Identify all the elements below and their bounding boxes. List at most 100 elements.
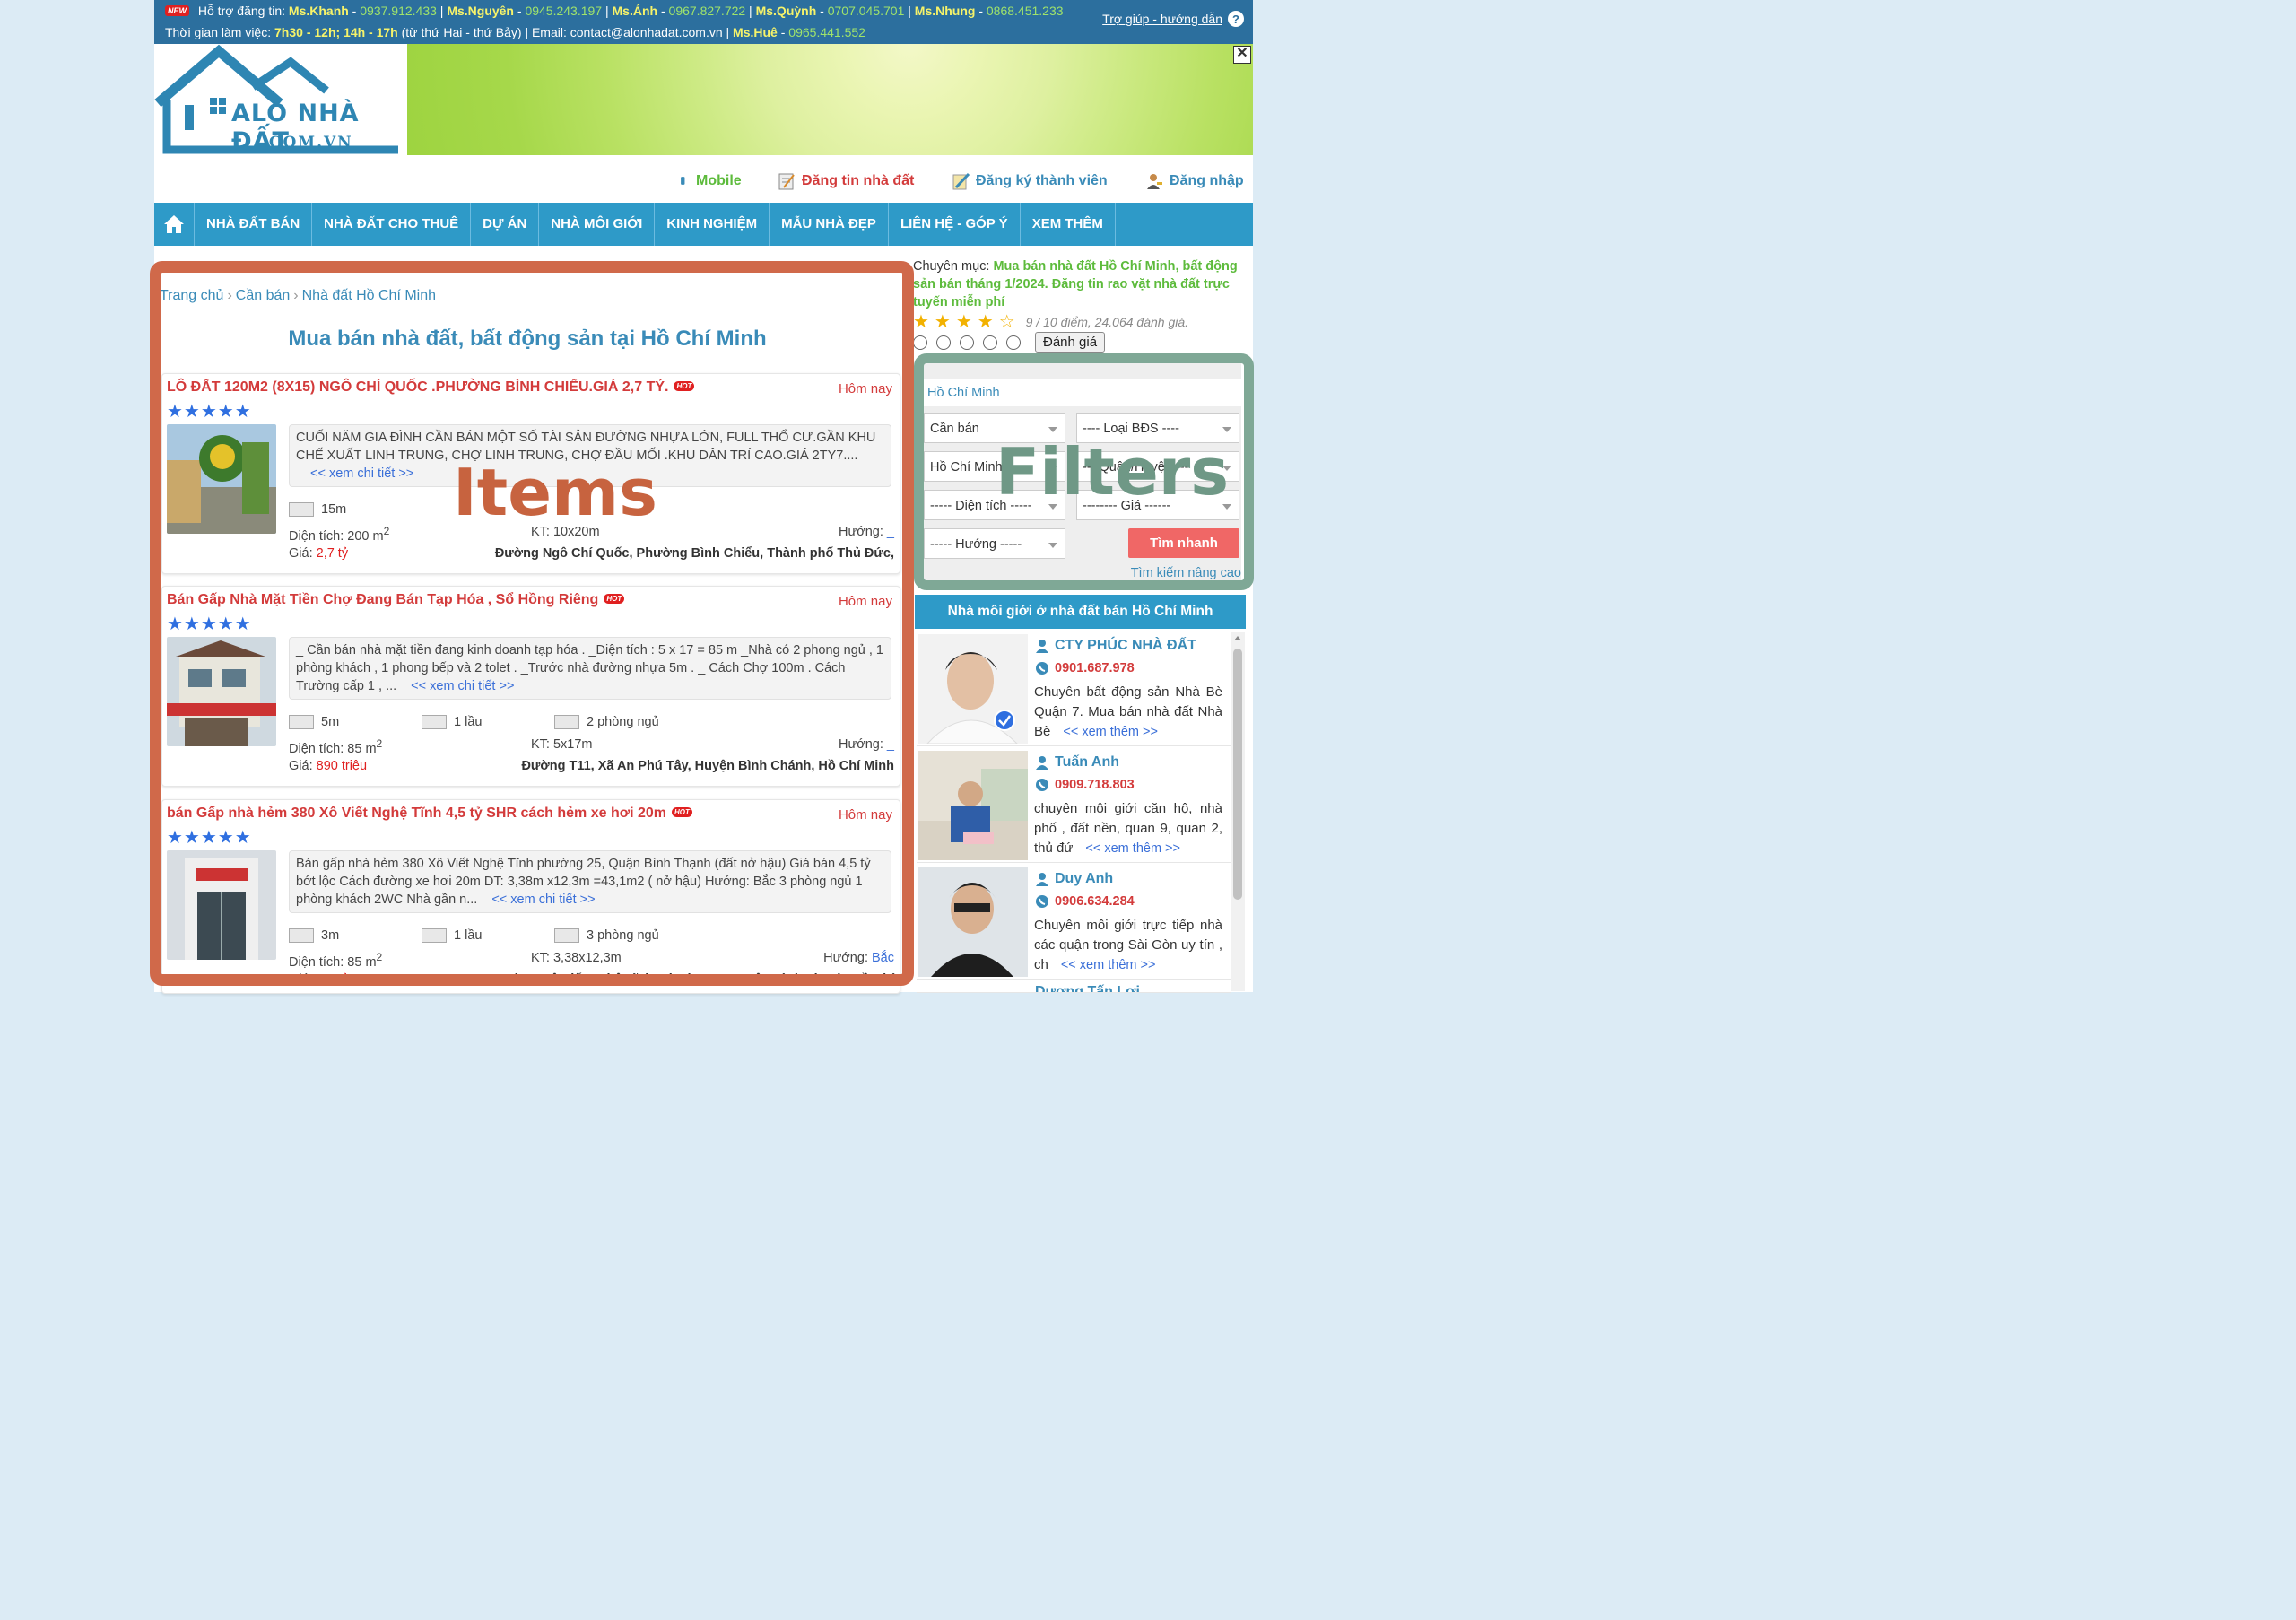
broker-phone[interactable]: 0909.718.803 — [1035, 778, 1135, 792]
listing-photo[interactable] — [167, 424, 276, 534]
view-detail-link[interactable]: << xem chi tiết >> — [491, 893, 595, 907]
contact-phone[interactable]: 0965.441.552 — [788, 25, 865, 39]
rate-button[interactable]: Đánh giá — [1035, 332, 1106, 353]
contact-phone[interactable]: 0707.045.701 — [828, 4, 905, 18]
contact-phone[interactable]: 0868.451.233 — [987, 4, 1064, 18]
nav-item-lien-he[interactable]: LIÊN HỆ - GÓP Ý — [889, 203, 1021, 246]
bedrooms: 3 phòng ngủ — [554, 928, 659, 943]
broker-name[interactable]: CTY PHÚC NHÀ ĐẤT — [1035, 638, 1196, 654]
listing-price-row: Giá: 2,7 tỷ Đường Ngô Chí Quốc, Phường B… — [289, 546, 894, 561]
rating-radio[interactable] — [936, 335, 951, 350]
contact-name: Ms.Quỳnh — [755, 4, 817, 18]
broker-name[interactable]: Tuấn Anh — [1035, 754, 1119, 771]
nav-item-du-an[interactable]: DỰ ÁN — [471, 203, 540, 246]
broker-avatar[interactable] — [918, 867, 1028, 977]
nav-item-cho-thue[interactable]: NHÀ ĐẤT CHO THUÊ — [312, 203, 472, 246]
scrollbar-thumb[interactable] — [1233, 649, 1242, 900]
breadcrumb-item[interactable]: Cần bán — [236, 288, 291, 303]
quick-search-button[interactable]: Tìm nhanh — [1128, 528, 1239, 558]
listing-title-text: bán Gấp nhà hẻm 380 Xô Viết Nghệ Tĩnh 4,… — [167, 806, 667, 821]
rating-stars: ★★★★★ — [167, 828, 252, 848]
listing-date: Hôm nay — [838, 594, 892, 609]
mobile-icon — [681, 177, 685, 185]
chevron-right-icon: › — [227, 288, 232, 303]
listing-photo[interactable] — [167, 637, 276, 746]
rating-radio[interactable] — [1006, 335, 1021, 350]
nav-item-xem-them[interactable]: XEM THÊM — [1021, 203, 1116, 246]
new-badge: NEW — [165, 5, 189, 16]
mobile-link-label: Mobile — [696, 173, 742, 188]
nav-item-kinh-nghiem[interactable]: KINH NGHIỆM — [655, 203, 770, 246]
register-link[interactable]: Đăng ký thành viên — [951, 171, 1108, 191]
bed-icon — [554, 715, 579, 729]
rating-stars: ★★★★★ — [167, 402, 252, 422]
broker-phone[interactable]: 0901.687.978 — [1035, 661, 1135, 675]
floors: 1 lầu — [422, 715, 482, 729]
broker-phone-text: 0909.718.803 — [1055, 778, 1135, 792]
rating-text: 9 / 10 điểm, 24.064 đánh giá. — [1025, 314, 1189, 329]
mobile-link[interactable]: Mobile — [680, 171, 742, 191]
view-more-link[interactable]: << xem thêm >> — [1061, 958, 1156, 972]
phone-icon — [1036, 895, 1048, 908]
broker-description: chuyên môi giới căn hộ, nhà phố , đất nề… — [1034, 799, 1222, 858]
chevron-down-icon — [1048, 543, 1057, 548]
contact-name: Ms.Huê — [733, 25, 778, 39]
listing-title-text: LÔ ĐẤT 120M2 (8X15) NGÔ CHÍ QUỐC .PHƯỜNG… — [167, 379, 669, 395]
listing-description-text: _ Cần bán nhà mặt tiền đang kinh doanh t… — [296, 643, 883, 693]
floors: 1 lầu — [422, 928, 482, 943]
site-logo[interactable]: ALO NHÀ ĐẤT .COM.VN — [154, 44, 407, 155]
broker-item: CTY PHÚC NHÀ ĐẤT 0901.687.978 Chuyên bất… — [917, 634, 1231, 746]
broker-name[interactable]: Dương Tấn Lợi — [1035, 984, 1140, 992]
price-value: 2,7 tỷ — [316, 546, 349, 561]
select-value: Hồ Chí Minh — [930, 460, 1003, 475]
help-link[interactable]: Trợ giúp - hướng dẫn ? — [1102, 11, 1244, 27]
items-annotation-label: Items — [453, 455, 657, 530]
direction-select[interactable]: ----- Hướng ----- — [924, 528, 1065, 559]
listing-title[interactable]: LÔ ĐẤT 120M2 (8X15) NGÔ CHÍ QUỐC .PHƯỜNG… — [167, 379, 695, 396]
contact-phone[interactable]: 0945.243.197 — [525, 4, 602, 18]
post-listing-link[interactable]: Đăng tin nhà đất — [777, 171, 914, 191]
nav-item-moi-gioi[interactable]: NHÀ MÔI GIỚI — [539, 203, 656, 246]
rating-radio[interactable] — [913, 335, 927, 350]
view-more-link[interactable]: << xem thêm >> — [1063, 725, 1158, 739]
hot-badge: HOT — [672, 807, 692, 817]
ad-banner[interactable]: ✕ — [407, 44, 1253, 155]
brokers-scrollbar[interactable] — [1231, 632, 1245, 991]
contact-phone[interactable]: 0967.827.722 — [669, 4, 746, 18]
rating-radio[interactable] — [983, 335, 997, 350]
nav-home[interactable] — [154, 203, 195, 246]
scroll-up-icon[interactable] — [1234, 636, 1241, 640]
nav-item-ban[interactable]: NHÀ ĐẤT BÁN — [195, 203, 313, 246]
price-value: 4,5 tỷ — [316, 972, 349, 987]
road-width: 5m — [289, 715, 339, 729]
breadcrumb-home[interactable]: Trang chủ — [160, 288, 223, 303]
road-width: 15m — [289, 502, 346, 517]
listing-address: Đường Ngô Chí Quốc, Phường Bình Chiểu, T… — [494, 546, 894, 561]
rating-radio[interactable] — [960, 335, 974, 350]
broker-item: Dương Tấn Lợi — [917, 984, 1231, 993]
close-icon[interactable]: ✕ — [1233, 46, 1251, 64]
listing-title-text: Bán Gấp Nhà Mặt Tiền Chợ Đang Bán Tạp Hó… — [167, 592, 599, 607]
road-icon — [289, 502, 314, 517]
listing-title[interactable]: bán Gấp nhà hẻm 380 Xô Viết Nghệ Tĩnh 4,… — [167, 806, 692, 822]
advanced-search-link[interactable]: Tìm kiếm nâng cao — [1131, 566, 1241, 580]
city-field[interactable]: Hồ Chí Minh — [924, 379, 1241, 406]
area-value: 85 m — [347, 954, 377, 970]
breadcrumb-item[interactable]: Nhà đất Hồ Chí Minh — [302, 288, 436, 303]
support-line: NEW Hỗ trợ đăng tin: Ms.Khanh - 0937.912… — [165, 4, 1064, 18]
login-link[interactable]: Đăng nhập — [1144, 171, 1244, 191]
nav-item-mau-nha[interactable]: MẪU NHÀ ĐẸP — [770, 203, 889, 246]
view-more-link[interactable]: << xem thêm >> — [1085, 841, 1180, 856]
broker-avatar[interactable] — [918, 751, 1028, 860]
broker-phone[interactable]: 0906.634.284 — [1035, 894, 1135, 909]
broker-name[interactable]: Duy Anh — [1035, 871, 1113, 887]
view-detail-link[interactable]: << xem chi tiết >> — [411, 679, 514, 693]
bed-icon — [554, 928, 579, 943]
view-detail-link[interactable]: << xem chi tiết >> — [310, 466, 413, 481]
listing-photo[interactable] — [167, 850, 276, 960]
contact-phone[interactable]: 0937.912.433 — [360, 4, 437, 18]
user-links: Mobile Đăng tin nhà đất Đăng ký thành vi… — [154, 164, 1253, 196]
listing-title[interactable]: Bán Gấp Nhà Mặt Tiền Chợ Đang Bán Tạp Hó… — [167, 592, 625, 608]
broker-avatar[interactable] — [918, 634, 1028, 744]
road-width: 3m — [289, 928, 339, 943]
